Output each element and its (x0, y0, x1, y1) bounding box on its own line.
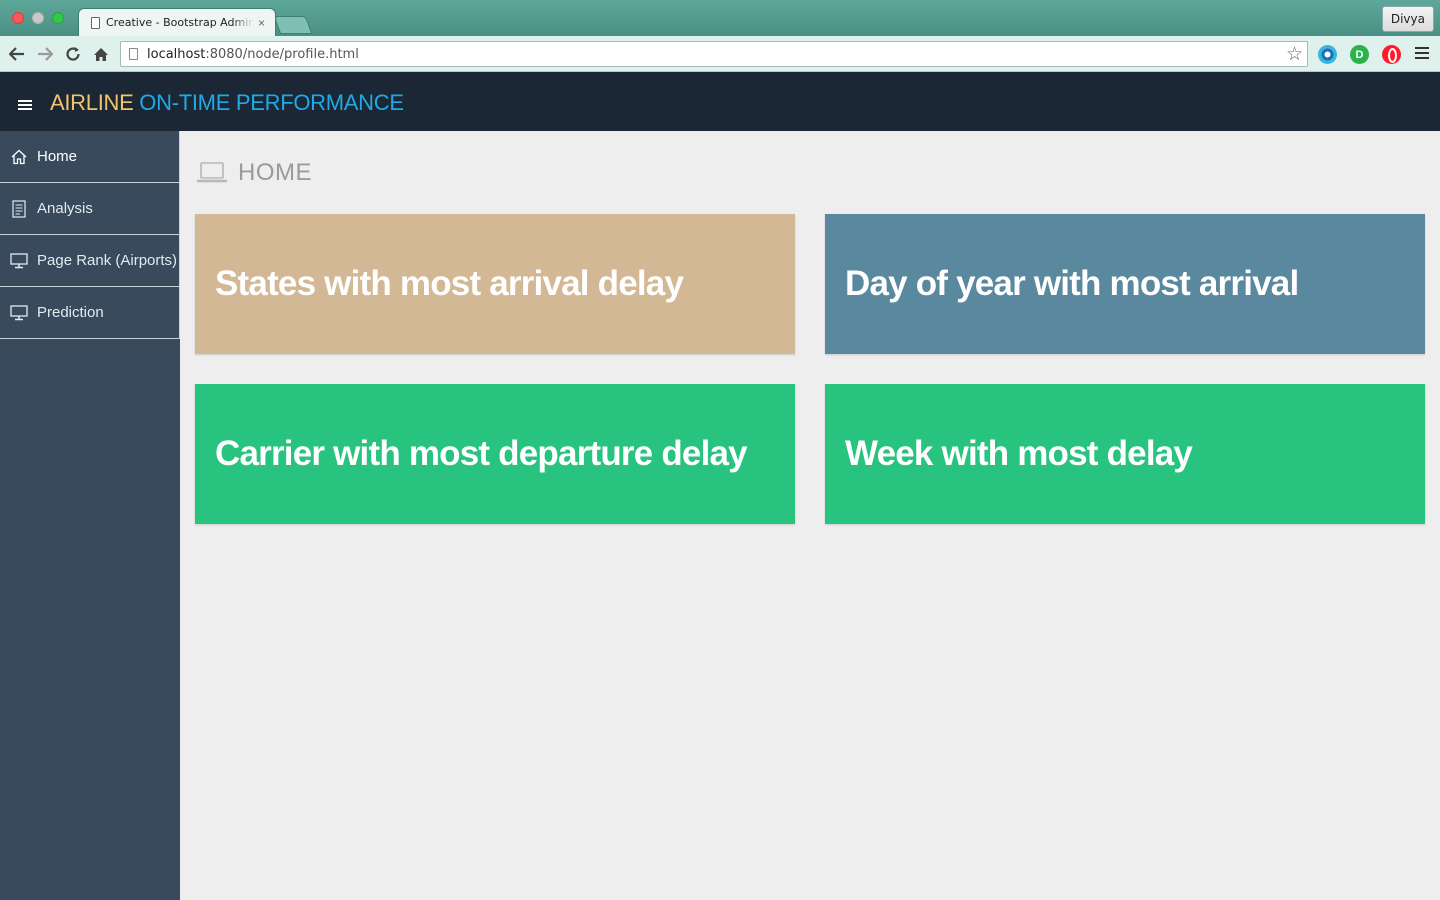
document-icon (10, 199, 28, 218)
tab-title: Creative - Bootstrap Admin (106, 16, 254, 29)
monitor-icon (10, 304, 28, 322)
opera-icon[interactable] (1382, 45, 1401, 64)
back-icon[interactable] (6, 43, 28, 65)
sidebar-item-label: Home (37, 148, 78, 165)
hamburger-menu-icon[interactable] (18, 100, 32, 110)
sidebar-item-label: Prediction (37, 304, 104, 321)
page-header: HOME (196, 159, 312, 187)
main-content: HOME States with most arrival delay Day … (180, 131, 1440, 900)
bookmark-star-icon[interactable]: ☆ (1286, 43, 1303, 66)
browser-toolbar: localhost:8080/node/profile.html ☆ D (0, 36, 1440, 72)
sidebar-item-label: Page Rank (Airports) (37, 252, 178, 269)
card-title: Day of year with most arrival (845, 264, 1299, 303)
card-states-arrival-delay[interactable]: States with most arrival delay (195, 214, 795, 354)
page-icon (91, 16, 100, 29)
monitor-icon (10, 252, 28, 270)
brand-part1: AIRLINE (50, 90, 134, 115)
forward-icon[interactable] (34, 43, 56, 65)
laptop-icon (197, 162, 227, 183)
extension-icon[interactable]: D (1350, 45, 1369, 64)
brand-logo[interactable]: AIRLINE ON-TIME PERFORMANCE (50, 90, 404, 116)
card-title: States with most arrival delay (215, 264, 684, 303)
maximize-window-button[interactable] (52, 12, 64, 24)
sidebar-item-page-rank[interactable]: Page Rank (Airports) (0, 235, 180, 287)
sidebar-item-home[interactable]: Home (0, 131, 180, 183)
card-title: Carrier with most departure delay (215, 434, 748, 473)
profile-button[interactable]: Divya (1381, 6, 1434, 32)
page-icon (129, 48, 138, 60)
card-carrier-departure-delay[interactable]: Carrier with most departure delay (195, 384, 795, 524)
close-window-button[interactable] (12, 12, 24, 24)
page-title: HOME (238, 159, 312, 186)
minimize-window-button[interactable] (32, 12, 44, 24)
sidebar: Home Analysis Page Rank (Airports) Predi… (0, 131, 180, 900)
home-icon[interactable] (90, 43, 112, 65)
sidebar-item-analysis[interactable]: Analysis (0, 183, 180, 235)
extension-icon[interactable] (1318, 45, 1337, 64)
reload-icon[interactable] (62, 43, 84, 65)
card-day-of-year-arrival[interactable]: Day of year with most arrival (825, 214, 1425, 354)
sidebar-item-label: Analysis (37, 200, 93, 217)
sidebar-item-prediction[interactable]: Prediction (0, 287, 180, 339)
card-title: Week with most delay (845, 434, 1193, 473)
card-week-delay[interactable]: Week with most delay (825, 384, 1425, 524)
app-header: AIRLINE ON-TIME PERFORMANCE (0, 72, 1440, 131)
browser-titlebar: Creative - Bootstrap Admin × Divya (0, 0, 1440, 36)
tab-close-icon[interactable]: × (258, 16, 265, 30)
new-tab-button[interactable] (273, 16, 313, 34)
address-bar[interactable]: localhost:8080/node/profile.html ☆ (120, 41, 1308, 67)
url-text: localhost:8080/node/profile.html (147, 46, 359, 62)
brand-part2: ON-TIME PERFORMANCE (139, 90, 404, 115)
home-icon (10, 148, 28, 166)
browser-menu-icon[interactable] (1414, 45, 1430, 61)
browser-tab[interactable]: Creative - Bootstrap Admin × (78, 8, 276, 36)
